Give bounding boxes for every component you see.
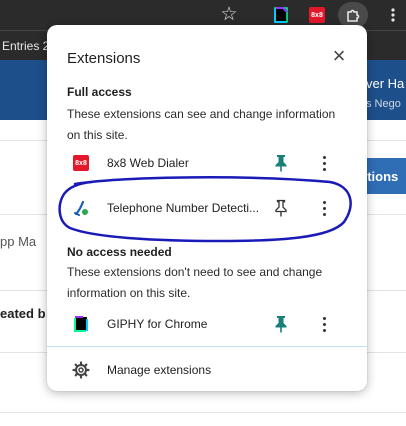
no-access-description: These extensions don't need to see and c… xyxy=(67,265,323,300)
no-access-heading: No access needed xyxy=(67,245,172,259)
more-options-icon[interactable] xyxy=(317,153,331,173)
popup-divider xyxy=(47,346,367,347)
8x8-icon[interactable]: 8x8 xyxy=(306,4,328,26)
bookmark-item[interactable]: Entries 2 xyxy=(2,39,49,53)
pin-outline-icon[interactable] xyxy=(273,199,289,217)
extension-row-8x8[interactable]: 8x8 8x8 Web Dialer xyxy=(47,147,367,179)
bookmark-star-icon[interactable]: ☆ xyxy=(218,4,240,26)
full-access-description: These extensions can see and change info… xyxy=(67,107,336,142)
extension-name: Telephone Number Detecti... xyxy=(107,201,260,215)
page-label: eated b xyxy=(0,306,46,321)
manage-extensions-label: Manage extensions xyxy=(107,363,212,377)
divider xyxy=(0,412,406,413)
extension-row-telephone-detection[interactable]: Telephone Number Detecti... xyxy=(47,192,367,224)
extension-name: 8x8 Web Dialer xyxy=(107,156,189,170)
full-access-heading: Full access xyxy=(67,85,132,99)
page-text: pp Ma xyxy=(0,234,37,249)
page-header-subtitle: s Nego xyxy=(366,98,401,110)
8x8-icon: 8x8 xyxy=(73,155,89,171)
extensions-popup: Extensions × Full access These extension… xyxy=(47,25,367,391)
more-options-icon[interactable] xyxy=(317,314,331,334)
giphy-icon xyxy=(73,316,89,332)
extension-name: GIPHY for Chrome xyxy=(107,317,208,331)
pin-icon[interactable] xyxy=(273,154,289,172)
browser-menu-kebab-icon[interactable] xyxy=(382,4,404,26)
popup-title: Extensions xyxy=(67,50,141,67)
close-button[interactable]: × xyxy=(329,45,349,67)
more-options-icon[interactable] xyxy=(317,198,331,218)
extension-row-giphy[interactable]: GIPHY for Chrome xyxy=(47,308,367,340)
phone-detect-icon xyxy=(73,200,89,216)
giphy-icon[interactable] xyxy=(270,4,292,26)
pin-icon[interactable] xyxy=(273,315,289,333)
page-header-title: ver Ha xyxy=(366,76,405,91)
gear-icon xyxy=(72,361,90,379)
manage-extensions-button[interactable]: Manage extensions xyxy=(47,356,367,384)
